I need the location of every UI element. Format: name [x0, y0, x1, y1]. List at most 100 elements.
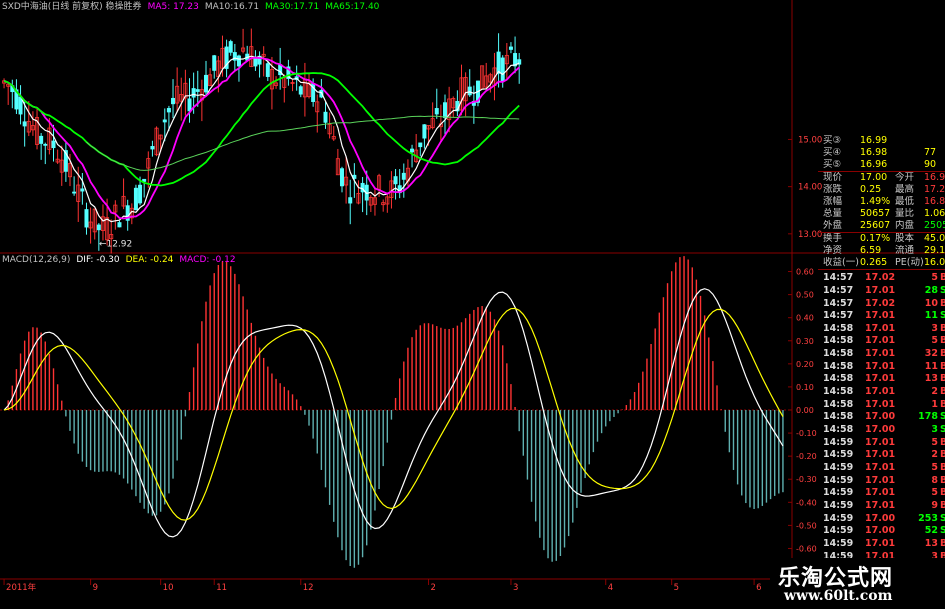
tick-price: 17.01	[865, 487, 896, 499]
quote-label: 换手	[823, 232, 843, 244]
tick-row: 14:59 17.01 8 B	[820, 475, 945, 488]
tick-side: B	[940, 461, 945, 473]
tick-row: 14:58 17.01 13 B	[820, 373, 945, 386]
price-tick-label: 15.00	[798, 135, 822, 145]
quote-label: 外盘	[823, 220, 843, 232]
candle-body	[43, 143, 48, 146]
quote-label-2: 量比	[895, 208, 915, 220]
candle-body	[22, 121, 27, 127]
quote-value: 16.96	[860, 159, 888, 171]
tick-side: B	[940, 297, 945, 309]
candle-body	[393, 176, 398, 185]
quote-row: 总量 50657 量比 1.06	[820, 208, 945, 220]
quote-value: 17.00	[860, 171, 888, 183]
site-watermark: 乐淘公式网 www.60lt.com	[770, 558, 945, 609]
quote-separator	[818, 268, 945, 270]
tick-side: B	[940, 373, 945, 385]
macd-series	[3, 256, 784, 568]
tick-price: 17.01	[865, 373, 896, 385]
candle-body	[298, 86, 303, 95]
candle-body	[236, 55, 241, 67]
quote-row: 现价 17.00 今开 16.97	[820, 172, 945, 184]
tick-time: 14:58	[823, 348, 854, 360]
candle-body	[166, 108, 171, 113]
quote-label: 买③	[823, 135, 842, 146]
tick-volume: 1	[931, 398, 938, 410]
macd-tick-label: -0.20	[796, 452, 817, 461]
quote-label: 收益(一)	[823, 257, 859, 268]
tick-row: 14:59 17.01 5 B	[820, 437, 945, 450]
quote-label-2: 最低	[895, 196, 915, 207]
tick-price: 17.01	[865, 335, 896, 347]
candle-body	[401, 172, 406, 180]
tick-time: 14:58	[823, 386, 854, 398]
tick-price: 17.00	[865, 512, 896, 524]
tick-volume: 3	[931, 424, 938, 435]
quote-value-2: 77	[924, 147, 937, 159]
tick-price: 17.02	[865, 272, 896, 284]
candle-body	[72, 191, 77, 194]
quote-row: 涨幅 1.49% 最低 16.86	[820, 196, 945, 208]
legend-item: MACD: -0.12	[179, 255, 235, 265]
quote-row: 买④ 16.98 77	[820, 147, 945, 159]
quote-label-2: 股本	[895, 232, 915, 244]
tick-time: 14:59	[823, 537, 854, 549]
date-label: 10	[163, 583, 174, 593]
legend-item: SXD中海油(日线 前复权) 稳操胜券	[2, 0, 142, 12]
macd-tick-label: -0.10	[796, 429, 817, 438]
tick-time: 14:58	[823, 398, 854, 410]
candle-body	[80, 188, 85, 192]
tick-row: 14:59 17.01 5 B	[820, 462, 945, 475]
tick-price: 17.00	[865, 411, 896, 423]
candle-body	[422, 124, 427, 139]
macd-tick-label: -0.60	[796, 544, 817, 553]
tick-time: 14:59	[823, 449, 854, 461]
quote-row: 买③ 16.99	[820, 135, 945, 147]
macd-tick-label: 0.10	[796, 383, 814, 392]
low-price-annotation: ←12.92	[99, 240, 132, 250]
candle-body	[96, 224, 101, 231]
tick-price: 17.01	[865, 348, 896, 360]
date-label: 12	[303, 583, 314, 593]
tick-side: B	[940, 398, 945, 410]
quote-value: 0.25	[860, 183, 882, 195]
quote-value-2: 29.1亿	[924, 244, 945, 256]
tick-side: B	[940, 386, 945, 398]
date-label: 2011年	[6, 582, 37, 593]
date-label: 9	[93, 583, 98, 593]
quote-label: 涨幅	[823, 196, 843, 207]
price-tick-label: 14.00	[798, 183, 822, 193]
quote-value-2: 16.86	[924, 196, 945, 207]
date-label: 6	[756, 583, 761, 593]
tick-time: 14:59	[823, 474, 854, 486]
tick-side: B	[940, 436, 945, 448]
tick-side: S	[940, 411, 945, 423]
tick-row: 14:57 17.02 5 B	[820, 272, 945, 285]
tick-volume: 32	[924, 348, 938, 360]
quote-value-2: 45.0亿	[924, 232, 945, 244]
quote-value: 16.99	[860, 135, 888, 146]
candle-body	[150, 146, 155, 150]
tick-time: 14:58	[823, 373, 854, 385]
candle-body	[191, 88, 196, 98]
candle-body	[500, 57, 505, 82]
quote-label-2: 最高	[895, 183, 915, 195]
tick-time: 14:58	[823, 424, 854, 435]
tick-row: 14:59 17.00 52 S	[820, 525, 945, 538]
candle-body	[51, 140, 56, 149]
main-legend: SXD中海油(日线 前复权) 稳操胜券 MA5: 17.23 MA10:16.71 M…	[2, 0, 380, 12]
quote-label-2: 内盘	[895, 220, 915, 232]
tick-price: 17.01	[865, 474, 896, 486]
tick-time: 14:58	[823, 411, 854, 423]
quote-value: 0.17%	[860, 232, 891, 244]
quote-row: 外盘 25607 内盘 25050	[820, 220, 945, 232]
quote-value-2: 1.06	[924, 208, 945, 220]
macd-tick-label: 0.50	[796, 291, 814, 300]
candle-body	[253, 57, 258, 67]
tick-volume: 10	[924, 297, 938, 309]
quote-label: 买⑤	[823, 159, 842, 171]
tick-time: 14:59	[823, 461, 854, 473]
tick-row: 14:58 17.01 11 B	[820, 361, 945, 374]
tick-time: 14:58	[823, 335, 854, 347]
tick-side: B	[940, 449, 945, 461]
